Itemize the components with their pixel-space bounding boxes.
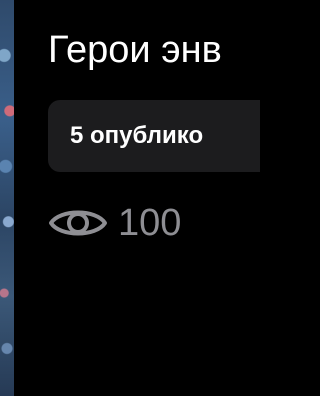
- content-card: Герои энв 5 опублико 100: [0, 0, 260, 396]
- views-stat: 100: [48, 198, 181, 248]
- published-count-chip[interactable]: 5 опублико: [48, 100, 260, 172]
- chip-label: 5 опублико: [70, 122, 204, 149]
- eye-icon: [49, 210, 107, 236]
- cover-image[interactable]: [0, 0, 14, 396]
- views-count: 100: [118, 202, 182, 244]
- page-title: Герои энв: [48, 29, 222, 71]
